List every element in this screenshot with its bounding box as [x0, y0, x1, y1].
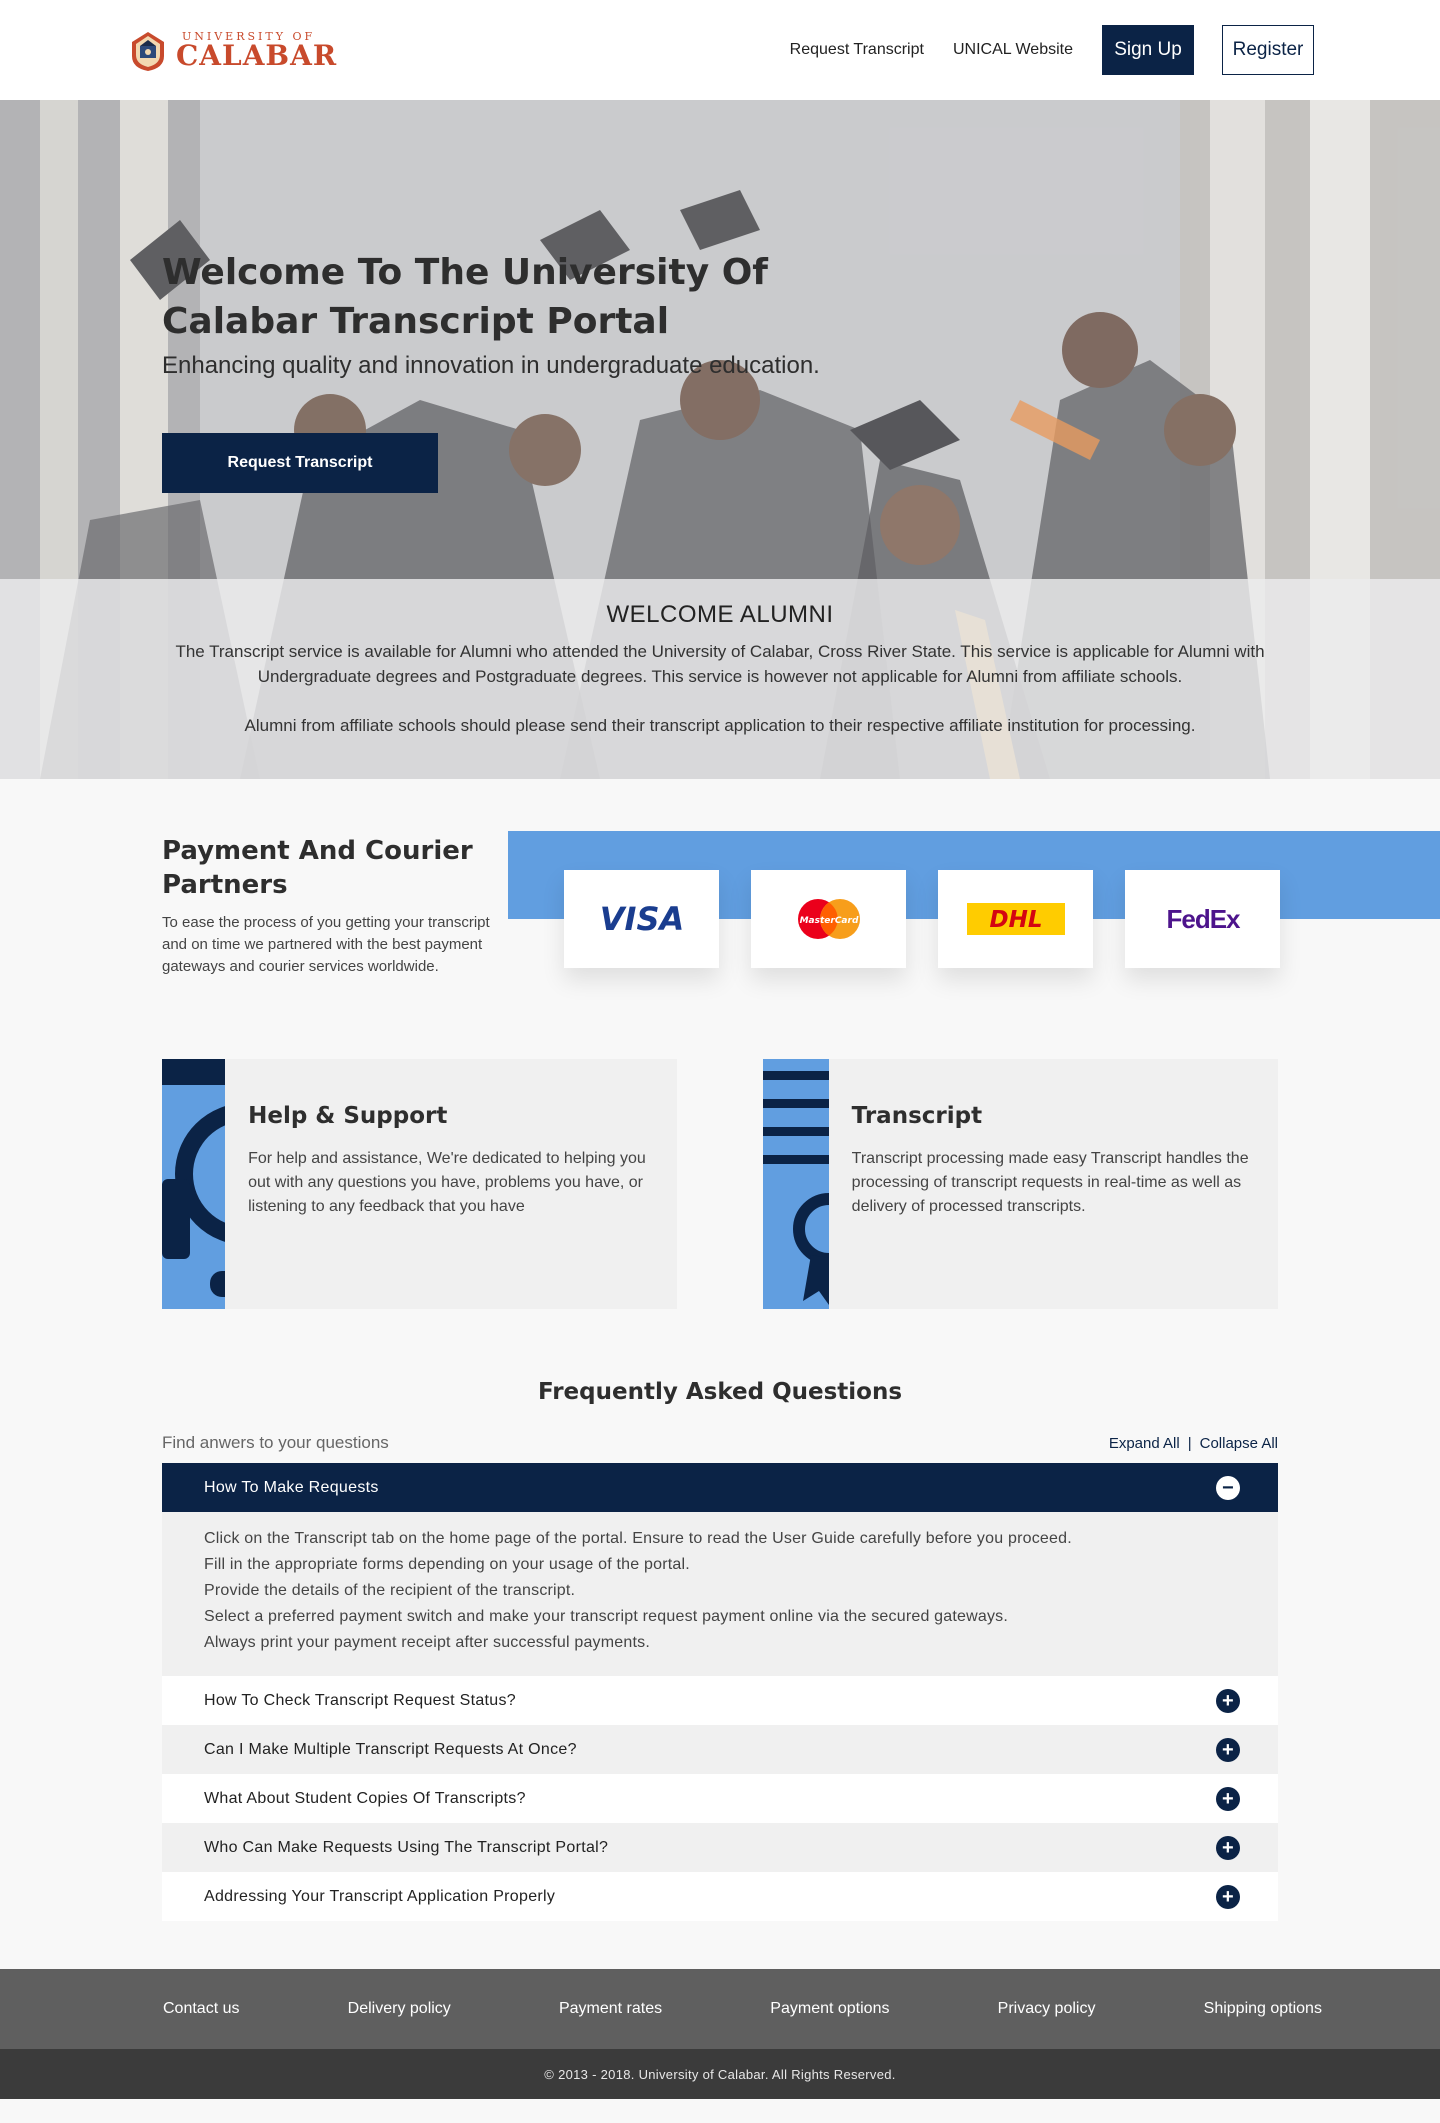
- faq-item[interactable]: Who Can Make Requests Using The Transcri…: [162, 1823, 1278, 1872]
- hero-title: Welcome To The University Of Calabar Tra…: [162, 252, 768, 342]
- fedex-logo-card: FedEx: [1125, 870, 1280, 968]
- dhl-logo-icon: DHL: [966, 903, 1065, 935]
- signup-button[interactable]: Sign Up: [1102, 25, 1194, 75]
- expand-plus-icon[interactable]: +: [1216, 1688, 1240, 1713]
- svg-text:FedEx: FedEx: [1166, 904, 1241, 934]
- welcome-alumni-panel: WELCOME ALUMNI The Transcript service is…: [0, 579, 1440, 779]
- certificate-icon: [763, 1059, 829, 1309]
- svg-text:MasterCard: MasterCard: [799, 916, 858, 926]
- footer-link-privacy[interactable]: Privacy policy: [998, 2000, 1096, 2018]
- copyright: © 2013 - 2018. University of Calabar. Al…: [0, 2049, 1440, 2099]
- footer-link-delivery[interactable]: Delivery policy: [348, 2000, 451, 2018]
- expand-plus-icon[interactable]: +: [1216, 1786, 1240, 1811]
- faq-answer-line: Provide the details of the recipient of …: [204, 1582, 576, 1599]
- hero-content: Welcome To The University Of Calabar Tra…: [162, 248, 882, 493]
- transcript-card[interactable]: Transcript Transcript processing made ea…: [763, 1059, 1278, 1309]
- expand-plus-icon[interactable]: +: [1216, 1884, 1240, 1909]
- transcript-title: Transcript: [851, 1103, 983, 1129]
- partners-text: To ease the process of you getting your …: [162, 914, 490, 975]
- faq-answer-line: Select a preferred payment switch and ma…: [204, 1608, 1009, 1625]
- faq-answer-line: Fill in the appropriate forms depending …: [204, 1556, 690, 1573]
- help-support-card[interactable]: Help & Support For help and assistance, …: [162, 1059, 677, 1309]
- mastercard-logo-icon: MasterCard: [797, 899, 860, 939]
- faq-item[interactable]: Addressing Your Transcript Application P…: [162, 1872, 1278, 1921]
- logo-big-text: CALABAR: [176, 38, 338, 72]
- expand-plus-icon[interactable]: +: [1216, 1737, 1240, 1762]
- faq-question: How To Make Requests: [204, 1478, 379, 1496]
- collapse-all-link[interactable]: Collapse All: [1200, 1435, 1278, 1452]
- faq-answer: Click on the Transcript tab on the home …: [162, 1512, 1278, 1676]
- faq-subtitle: Find anwers to your questions: [162, 1433, 389, 1452]
- footer-link-contact[interactable]: Contact us: [163, 2000, 239, 2018]
- nav-unical-website[interactable]: UNICAL Website: [953, 41, 1073, 59]
- nav-request-transcript[interactable]: Request Transcript: [790, 41, 924, 59]
- request-transcript-button[interactable]: Request Transcript: [162, 433, 438, 493]
- visa-logo-icon: VISA: [602, 903, 682, 935]
- site-header: UNIVERSITY OF CALABAR Request Transcript…: [0, 0, 1440, 100]
- register-button[interactable]: Register: [1222, 25, 1314, 75]
- partners-title: Payment And Courier Partners: [162, 836, 473, 900]
- faq-question: Addressing Your Transcript Application P…: [204, 1887, 556, 1905]
- footer-link-shipping[interactable]: Shipping options: [1204, 2000, 1322, 2018]
- expand-all-link[interactable]: Expand All: [1109, 1435, 1180, 1452]
- hero-section: Welcome To The University Of Calabar Tra…: [0, 100, 1440, 779]
- faq-item[interactable]: How To Check Transcript Request Status? …: [162, 1676, 1278, 1725]
- visa-logo-card: VISA: [564, 870, 719, 968]
- hero-subtitle: Enhancing quality and innovation in unde…: [162, 352, 820, 379]
- help-support-text: For help and assistance, We're dedicated…: [248, 1150, 646, 1215]
- faq-question: How To Check Transcript Request Status?: [204, 1691, 516, 1709]
- faq-answer-line: Always print your payment receipt after …: [204, 1634, 650, 1651]
- faq-section: Frequently Asked Questions Find anwers t…: [0, 1371, 1440, 1921]
- expand-plus-icon[interactable]: +: [1216, 1835, 1240, 1860]
- footer-link-payment-rates[interactable]: Payment rates: [559, 2000, 662, 2018]
- footer-links: Contact us Delivery policy Payment rates…: [0, 1969, 1440, 2049]
- fedex-logo-icon: FedEx: [1166, 904, 1242, 934]
- faq-item[interactable]: What About Student Copies Of Transcripts…: [162, 1774, 1278, 1823]
- faq-question: Who Can Make Requests Using The Transcri…: [204, 1838, 609, 1856]
- faq-question: What About Student Copies Of Transcripts…: [204, 1789, 526, 1807]
- headset-icon: [162, 1059, 226, 1309]
- features-section: Help & Support For help and assistance, …: [0, 1059, 1440, 1371]
- help-support-title: Help & Support: [248, 1103, 448, 1129]
- footer-link-payment-options[interactable]: Payment options: [770, 2000, 889, 2018]
- alumni-paragraph-2: Alumni from affiliate schools should ple…: [244, 716, 1196, 735]
- faq-accordion: How To Make Requests − Click on the Tran…: [162, 1463, 1278, 1921]
- alumni-paragraph-1: The Transcript service is available for …: [175, 642, 1265, 686]
- site-footer: Contact us Delivery policy Payment rates…: [0, 1969, 1440, 2099]
- dhl-logo-card: DHL: [938, 870, 1093, 968]
- unical-logo[interactable]: UNIVERSITY OF CALABAR: [126, 28, 337, 72]
- faq-answer-line: Click on the Transcript tab on the home …: [204, 1530, 1072, 1547]
- faq-item-how-to-make-requests[interactable]: How To Make Requests −: [162, 1463, 1278, 1512]
- mastercard-logo-card: MasterCard: [751, 870, 906, 968]
- faq-control-separator: |: [1187, 1434, 1192, 1452]
- faq-question: Can I Make Multiple Transcript Requests …: [204, 1740, 577, 1758]
- faq-item[interactable]: Can I Make Multiple Transcript Requests …: [162, 1725, 1278, 1774]
- alumni-heading: WELCOME ALUMNI: [606, 601, 834, 628]
- partners-section: Payment And Courier Partners To ease the…: [0, 779, 1440, 1059]
- top-nav: Request Transcript UNICAL Website Sign U…: [761, 25, 1314, 75]
- transcript-text: Transcript processing made easy Transcri…: [851, 1150, 1249, 1215]
- faq-title: Frequently Asked Questions: [537, 1379, 903, 1405]
- collapse-minus-icon[interactable]: −: [1216, 1475, 1240, 1500]
- svg-text:VISA: VISA: [602, 903, 682, 935]
- svg-text:DHL: DHL: [989, 907, 1042, 933]
- crest-icon: [132, 32, 164, 71]
